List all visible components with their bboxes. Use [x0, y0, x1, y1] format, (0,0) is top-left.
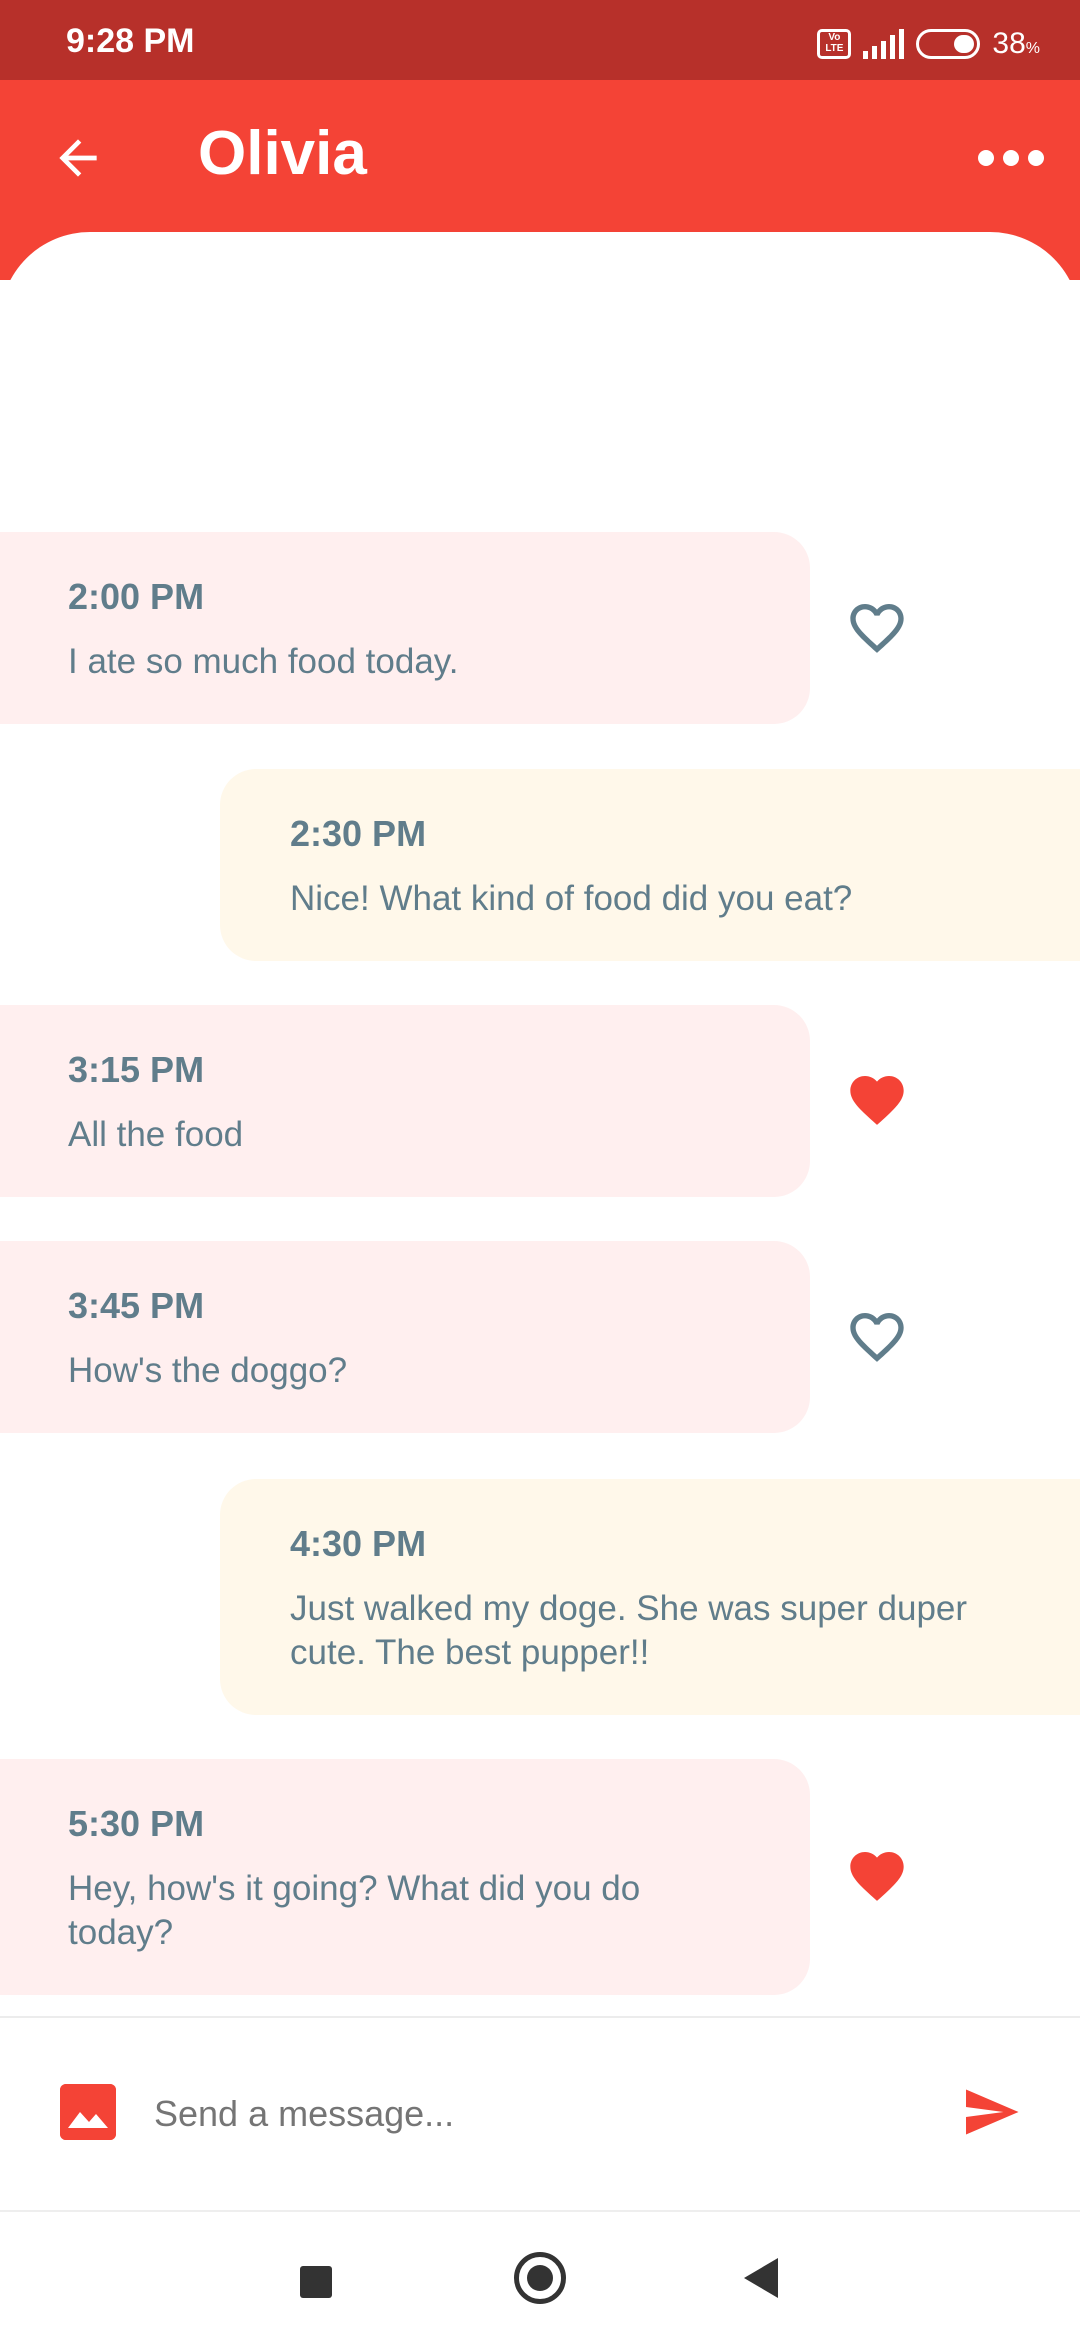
heart-filled-icon[interactable] [842, 1844, 912, 1908]
message-time: 2:00 PM [68, 576, 205, 617]
more-dot [1028, 150, 1044, 166]
message-bubble-incoming[interactable]: 3:15 PM All the food [0, 1005, 810, 1197]
system-nav-bar [0, 2210, 1080, 2340]
image-icon [60, 2084, 116, 2140]
message-bubble-incoming[interactable]: 3:45 PM How's the doggo? [0, 1241, 810, 1433]
status-bar: 9:28 PM Vo LTE 38% [0, 0, 1080, 80]
message-text: All the food [68, 1115, 244, 1154]
heart-outline-icon[interactable] [842, 1305, 912, 1369]
message-text: I ate so much food today. [68, 642, 459, 681]
message-text: Nice! What kind of food did you eat? [290, 879, 853, 918]
message-text: How's the doggo? [68, 1351, 348, 1390]
conversation-title: Olivia [198, 119, 367, 188]
message-bubble-outgoing[interactable]: 2:30 PM Nice! What kind of food did you … [220, 769, 1080, 961]
triangle-back-icon[interactable] [744, 2258, 778, 2298]
square-icon[interactable] [300, 2266, 332, 2298]
more-dot [1003, 150, 1019, 166]
send-button[interactable] [958, 2082, 1024, 2142]
message-time: 2:30 PM [290, 813, 427, 854]
message-bubble-incoming[interactable]: 5:30 PM Hey, how's it going? What did yo… [0, 1759, 810, 1995]
more-options-button[interactable] [978, 140, 1044, 176]
battery-icon [916, 29, 981, 59]
battery-percent: 38% [992, 27, 1040, 61]
back-button[interactable] [50, 130, 106, 186]
message-time: 3:45 PM [68, 1285, 205, 1326]
message-time: 4:30 PM [290, 1523, 427, 1564]
battery-percent-unit: % [1025, 40, 1040, 57]
status-icons: Vo LTE 38% [817, 26, 1040, 62]
heart-filled-icon[interactable] [842, 1068, 912, 1132]
message-time: 5:30 PM [68, 1803, 205, 1844]
more-dot [978, 150, 994, 166]
message-bubble-outgoing[interactable]: 4:30 PM Just walked my doge. She was sup… [220, 1479, 1080, 1715]
arrow-left-icon [59, 139, 97, 177]
message-input[interactable] [152, 2080, 936, 2148]
status-time: 9:28 PM [66, 22, 195, 60]
composer-divider [0, 2016, 1080, 2018]
message-text: Just walked my doge. She was super duper… [290, 1589, 968, 1672]
signal-icon [863, 29, 905, 59]
attach-image-button[interactable] [60, 2084, 116, 2140]
message-bubble-incoming[interactable]: 2:00 PM I ate so much food today. [0, 532, 810, 724]
circle-icon[interactable] [514, 2252, 566, 2304]
heart-outline-icon[interactable] [842, 596, 912, 660]
battery-percent-value: 38 [992, 27, 1026, 60]
volte-icon: Vo LTE [817, 29, 852, 59]
send-icon [966, 2089, 1019, 2135]
message-text: Hey, how's it going? What did you do tod… [68, 1869, 641, 1952]
message-time: 3:15 PM [68, 1049, 205, 1090]
